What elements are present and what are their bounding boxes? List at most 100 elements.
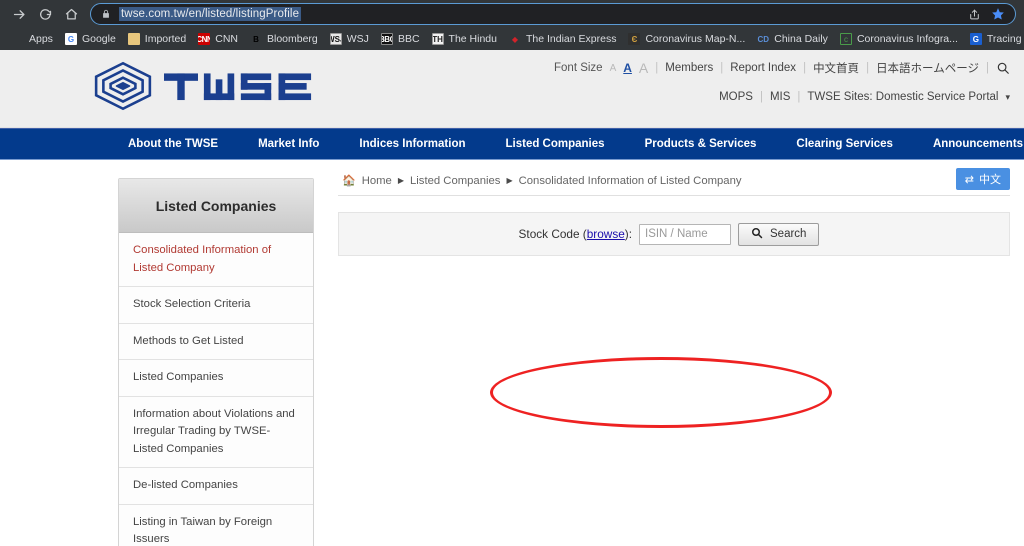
- apps-icon: [12, 33, 24, 45]
- bookmark-china-daily[interactable]: CD China Daily: [751, 29, 834, 49]
- indianexpress-favicon: ◆: [511, 34, 519, 44]
- coronavirus-map-favicon: Є: [628, 33, 641, 45]
- breadcrumb-separator: ▶: [506, 176, 513, 185]
- mis-link[interactable]: MIS: [770, 91, 790, 103]
- bookmark-the-hindu[interactable]: TH The Hindu: [426, 29, 503, 49]
- bookmark-coronavirus-map[interactable]: Є Coronavirus Map-N...: [622, 29, 751, 49]
- sidebar: Listed Companies Consolidated Informatio…: [118, 178, 314, 546]
- nav-item-about-the-twse[interactable]: About the TWSE: [108, 128, 238, 160]
- bookmark-bloomberg[interactable]: B Bloomberg: [244, 29, 324, 49]
- language-toggle-button[interactable]: ⇄ 中文: [955, 168, 1010, 190]
- bbc-favicon: BBC: [380, 33, 393, 45]
- tracing-favicon: G: [969, 33, 982, 45]
- search-row: Stock Code (browse): Search: [519, 222, 820, 246]
- chevron-down-icon[interactable]: ▾: [1005, 92, 1010, 103]
- bookmark-tracing-patient-zero[interactable]: G Tracing 'patient zer...: [964, 29, 1024, 49]
- bookmark-bbc[interactable]: BBC BBC: [375, 29, 426, 49]
- share-icon[interactable]: [968, 8, 981, 21]
- bookmark-label: The Hindu: [448, 33, 497, 45]
- sidebar-item-listing-foreign-issuers[interactable]: Listing in Taiwan by Foreign Issuers: [119, 504, 313, 546]
- wsj-favicon: WSJ: [329, 33, 342, 45]
- bookmark-label: The Indian Express: [525, 33, 617, 45]
- bookmark-label: Tracing 'patient zer...: [986, 33, 1024, 45]
- bookmark-label: Coronavirus Infogra...: [856, 33, 958, 45]
- japanese-home-link[interactable]: 日本語ホームページ: [876, 60, 979, 76]
- home-icon: 🏠: [342, 175, 356, 187]
- bookmark-label: Apps: [29, 33, 53, 45]
- font-size-medium-button[interactable]: A: [623, 61, 632, 75]
- stock-code-label-suffix: ):: [624, 227, 632, 241]
- page-content: Listed Companies Consolidated Informatio…: [0, 160, 1024, 546]
- stock-code-search-panel: Stock Code (browse): Search: [338, 212, 1010, 256]
- address-bar[interactable]: twse.com.tw/en/listed/listingProfile: [90, 3, 1016, 25]
- sidebar-item-stock-selection-criteria[interactable]: Stock Selection Criteria: [119, 287, 313, 324]
- language-toggle-label: 中文: [979, 174, 1001, 186]
- font-size-label: Font Size: [554, 62, 603, 74]
- bloomberg-favicon: B: [253, 34, 259, 44]
- coronavirus-info-favicon: c: [839, 33, 852, 45]
- nav-item-indices-information[interactable]: Indices Information: [339, 128, 485, 160]
- url-text[interactable]: twse.com.tw/en/listed/listingProfile: [119, 7, 302, 21]
- bookmark-label: CNN: [215, 33, 238, 45]
- bookmark-cnn[interactable]: CNN CNN: [192, 29, 244, 49]
- bookmark-star-icon[interactable]: [991, 7, 1005, 21]
- divider: |: [803, 62, 807, 74]
- sidebar-item-consolidated-information[interactable]: Consolidated Information of Listed Compa…: [119, 233, 313, 287]
- forward-icon[interactable]: [8, 3, 30, 25]
- bookmark-apps[interactable]: Apps: [6, 29, 59, 49]
- divider: |: [720, 62, 724, 74]
- lock-icon: [101, 9, 111, 19]
- search-icon: [751, 227, 763, 242]
- main-navigation: About the TWSE Market Info Indices Infor…: [0, 128, 1024, 160]
- breadcrumb-listed-companies[interactable]: Listed Companies: [410, 175, 500, 187]
- main-column: 🏠 Home ▶ Listed Companies ▶ Consolidated…: [338, 168, 1010, 256]
- report-index-link[interactable]: Report Index: [730, 62, 796, 74]
- bookmark-indian-express[interactable]: ◆ The Indian Express: [503, 29, 622, 49]
- bookmark-label: Bloomberg: [266, 33, 318, 45]
- sidebar-item-de-listed-companies[interactable]: De-listed Companies: [119, 468, 313, 505]
- thehindu-favicon: TH: [431, 33, 444, 45]
- twse-logo[interactable]: [92, 60, 319, 112]
- sidebar-item-methods-to-get-listed[interactable]: Methods to Get Listed: [119, 323, 313, 360]
- bookmark-label: WSJ: [346, 33, 369, 45]
- bookmark-coronavirus-infographic[interactable]: c Coronavirus Infogra...: [834, 29, 964, 49]
- bookmark-wsj[interactable]: WSJ WSJ: [324, 29, 375, 49]
- header-utility-links: Font Size A A A | Members | Report Index…: [554, 58, 1010, 107]
- swap-language-icon: ⇄: [964, 173, 974, 186]
- sidebar-title: Listed Companies: [119, 179, 313, 233]
- sidebar-item-violations-irregular-trading[interactable]: Information about Violations and Irregul…: [119, 396, 313, 468]
- search-button[interactable]: Search: [738, 222, 820, 246]
- bookmark-imported[interactable]: Imported: [122, 29, 192, 49]
- site-header: Font Size A A A | Members | Report Index…: [0, 50, 1024, 128]
- browse-link[interactable]: browse: [587, 227, 625, 241]
- divider: |: [655, 62, 659, 74]
- divider: |: [866, 62, 870, 74]
- font-size-small-button[interactable]: A: [610, 63, 617, 74]
- home-icon[interactable]: [60, 3, 82, 25]
- bookmark-google[interactable]: G Google: [59, 29, 122, 49]
- red-highlight-ellipse: [490, 357, 832, 428]
- bookmark-label: Coronavirus Map-N...: [645, 33, 746, 45]
- breadcrumb: 🏠 Home ▶ Listed Companies ▶ Consolidated…: [338, 168, 1010, 196]
- font-size-large-button[interactable]: A: [639, 60, 648, 76]
- browser-chrome: twse.com.tw/en/listed/listingProfile App…: [0, 0, 1024, 50]
- twse-logo-wordmark: [164, 73, 312, 101]
- breadcrumb-home[interactable]: Home: [362, 175, 392, 187]
- page-viewport: Font Size A A A | Members | Report Index…: [0, 50, 1024, 546]
- search-icon[interactable]: [996, 61, 1010, 75]
- bookmark-label: Google: [81, 33, 116, 45]
- folder-icon: [127, 33, 140, 45]
- nav-item-products-services[interactable]: Products & Services: [625, 128, 777, 160]
- header-utility-row-1: Font Size A A A | Members | Report Index…: [554, 58, 1010, 78]
- sidebar-item-listed-companies[interactable]: Listed Companies: [119, 360, 313, 397]
- nav-item-listed-companies[interactable]: Listed Companies: [486, 128, 625, 160]
- nav-item-clearing-services[interactable]: Clearing Services: [776, 128, 913, 160]
- chinese-home-link[interactable]: 中文首頁: [813, 60, 859, 76]
- reload-icon[interactable]: [34, 3, 56, 25]
- mops-link[interactable]: MOPS: [719, 91, 753, 103]
- twse-sites-selector[interactable]: TWSE Sites: Domestic Service Portal: [807, 91, 998, 103]
- members-link[interactable]: Members: [665, 62, 713, 74]
- nav-item-market-info[interactable]: Market Info: [238, 128, 339, 160]
- stock-code-input[interactable]: [639, 223, 731, 245]
- nav-item-announcements[interactable]: Announcements: [913, 128, 1024, 160]
